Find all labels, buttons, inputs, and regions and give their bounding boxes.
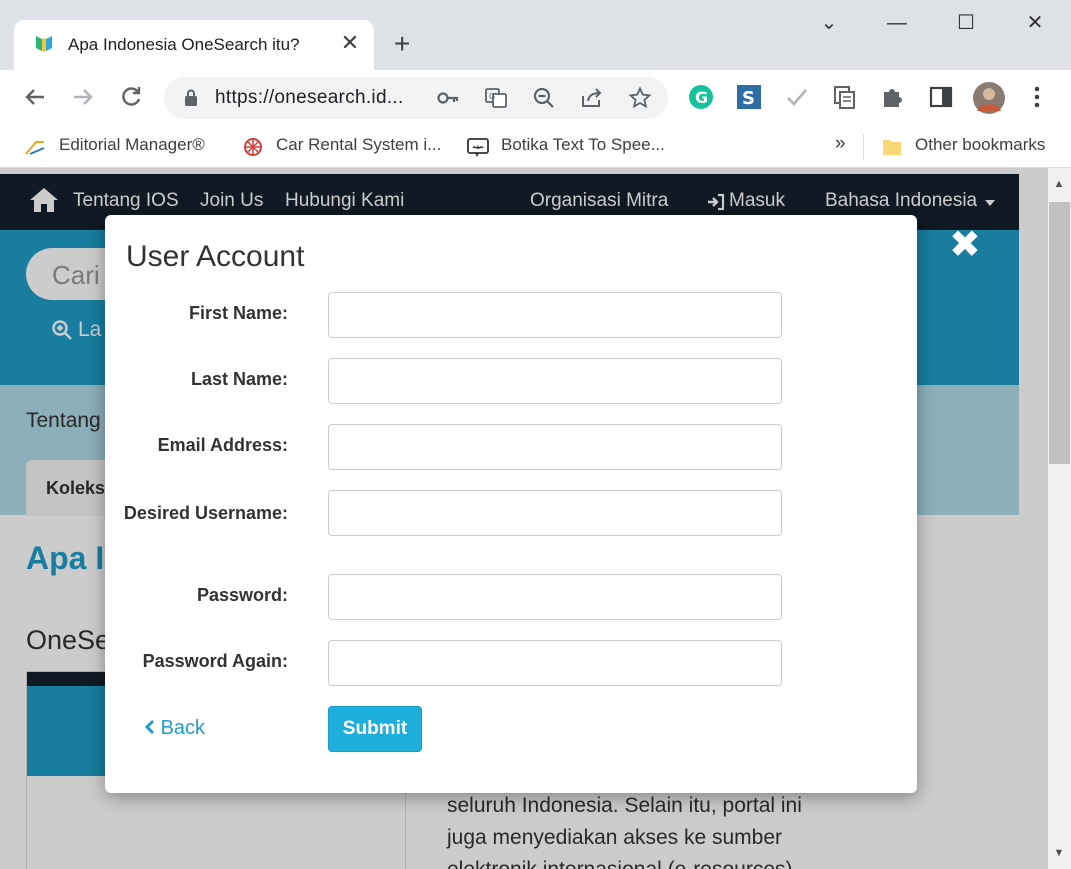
modal-close-icon[interactable]: ✖	[949, 226, 981, 264]
back-link[interactable]: Back	[143, 717, 205, 740]
lock-icon[interactable]	[184, 89, 198, 107]
reading-list-icon[interactable]	[832, 84, 858, 110]
tab-title: Apa Indonesia OneSearch itu?	[68, 35, 300, 54]
new-tab-button[interactable]: +	[394, 30, 410, 58]
page-viewport: Tentang IOS Join Us Hubungi Kami Organis…	[0, 168, 1048, 869]
username-label: Desired Username:	[123, 503, 288, 523]
tab-search-icon[interactable]: ⌄	[804, 8, 854, 38]
svg-text:G: G	[695, 88, 708, 107]
url-text: https://onesearch.id...	[215, 87, 404, 108]
editorial-manager-icon	[25, 141, 45, 155]
reload-icon[interactable]	[118, 84, 144, 110]
first-name-label: First Name:	[188, 303, 288, 323]
sidepanel-icon[interactable]	[928, 84, 954, 110]
zoom-icon[interactable]	[532, 86, 556, 110]
username-input[interactable]	[328, 490, 782, 536]
bookmarks-bar: Editorial Manager® Car Rental System i..…	[0, 126, 1071, 168]
puzzle-icon[interactable]	[880, 84, 906, 110]
kebab-menu-icon[interactable]	[1024, 84, 1050, 110]
last-name-label: Last Name:	[190, 369, 288, 389]
back-arrow-icon[interactable]	[22, 84, 48, 110]
email-input[interactable]	[328, 424, 782, 470]
tab-strip: Apa Indonesia OneSearch itu? ✕ + ⌄ — ☐ ✕	[0, 0, 1071, 70]
user-account-modal: User Account First Name: Last Name: Emai…	[105, 215, 917, 793]
browser-tab[interactable]: Apa Indonesia OneSearch itu? ✕	[14, 20, 374, 70]
bookmarks-overflow-button[interactable]: »	[835, 133, 846, 155]
translate-icon[interactable]: G	[484, 86, 508, 110]
email-label: Email Address:	[157, 435, 288, 455]
password-again-input[interactable]	[328, 640, 782, 686]
other-bookmarks[interactable]: Other bookmarks	[915, 135, 1045, 155]
tab-close-icon[interactable]: ✕	[340, 32, 360, 54]
password-label: Password:	[196, 585, 288, 605]
s-extension-icon[interactable]: S	[736, 84, 762, 110]
minimize-button[interactable]: —	[872, 8, 922, 38]
bookmark-star-icon[interactable]	[628, 86, 652, 110]
botika-icon	[467, 138, 489, 157]
grammarly-icon[interactable]: G	[688, 84, 714, 110]
folder-icon	[883, 140, 901, 155]
close-window-button[interactable]: ✕	[1010, 8, 1060, 38]
maximize-button[interactable]: ☐	[941, 8, 991, 38]
modal-title: User Account	[126, 240, 305, 273]
first-name-input[interactable]	[328, 292, 782, 338]
share-icon[interactable]	[580, 86, 604, 110]
scroll-up-icon[interactable]: ▲	[1052, 178, 1066, 190]
bookmark-car-rental[interactable]: Car Rental System i...	[276, 135, 441, 155]
page-scrollbar[interactable]: ▲ ▼	[1048, 168, 1071, 869]
profile-avatar[interactable]	[972, 81, 1006, 115]
check-icon[interactable]	[784, 84, 810, 110]
onesearch-favicon-icon	[36, 36, 52, 52]
back-label: Back	[160, 717, 206, 739]
key-icon[interactable]	[436, 86, 460, 110]
bookmark-botika[interactable]: Botika Text To Spee...	[501, 135, 665, 155]
password-input[interactable]	[328, 574, 782, 620]
submit-button[interactable]: Submit	[328, 706, 422, 752]
browser-toolbar: https://onesearch.id... G G S	[0, 70, 1071, 126]
svg-text:G: G	[489, 92, 495, 101]
scroll-down-icon[interactable]: ▼	[1052, 847, 1066, 859]
bookmark-editorial-manager[interactable]: Editorial Manager®	[59, 135, 205, 155]
last-name-input[interactable]	[328, 358, 782, 404]
password-again-label: Password Again:	[142, 651, 288, 671]
svg-text:S: S	[742, 88, 755, 109]
scroll-thumb[interactable]	[1049, 202, 1070, 464]
address-bar[interactable]: https://onesearch.id... G	[164, 77, 668, 119]
bookmarks-divider	[863, 134, 864, 160]
chevron-left-icon	[144, 719, 155, 735]
car-rental-icon	[244, 138, 262, 156]
forward-arrow-icon[interactable]	[70, 84, 96, 110]
